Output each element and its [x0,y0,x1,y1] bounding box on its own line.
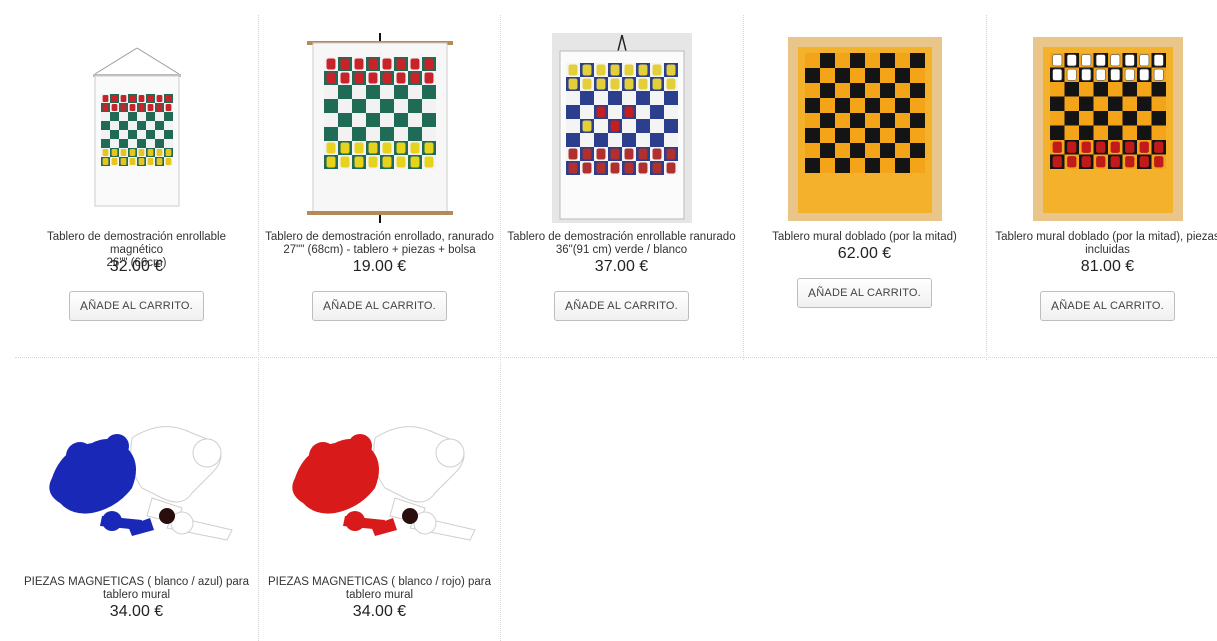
product-title-line[interactable]: Tablero de demostración enrollable ranur… [507,231,735,243]
add-to-cart-button[interactable]: A ÑADE AL CARRITO. [797,278,932,308]
product-title-line[interactable]: PIEZAS MAGNETICAS ( blanco / azul) para [24,576,249,588]
product-title[interactable]: Tablero mural doblado (por la mitad), pi… [989,231,1217,257]
add-to-cart-label-initial: A [1051,299,1060,313]
product-card: Tablero de demostración enrollable magné… [15,33,258,321]
product-card: Tablero mural doblado (por la mitad), pi… [986,33,1217,321]
product-price: 19.00 € [352,258,407,275]
product-title[interactable]: Tablero de demostración enrollable ranur… [501,231,741,257]
product-image[interactable] [755,33,975,223]
product-price: 34.00 € [109,603,164,620]
add-to-cart-button[interactable]: A ÑADE AL CARRITO. [312,291,447,321]
add-to-cart-label-rest: ÑADE AL CARRITO. [1059,300,1164,312]
add-to-cart-label-initial: A [808,286,817,300]
product-title-line[interactable]: Tablero mural doblado (por la mitad) [772,231,957,243]
product-card: Tablero mural doblado (por la mitad) 62.… [743,33,986,308]
product-title-line[interactable]: PIEZAS MAGNETICAS ( blanco / rojo) para [268,576,491,588]
product-title[interactable]: PIEZAS MAGNETICAS ( blanco / azul) para … [18,576,255,602]
product-image[interactable] [270,33,490,223]
product-title-line[interactable]: tablero mural [346,589,413,601]
add-to-cart-button[interactable]: A ÑADE AL CARRITO. [69,291,204,321]
product-card: Tablero de demostración enrollable ranur… [500,33,743,321]
product-title-line[interactable]: Tablero mural doblado (por la mitad), pi… [995,231,1217,243]
product-title-line[interactable]: incluidas [1085,244,1130,256]
product-price: 62.00 € [837,245,892,262]
add-to-cart-label-initial: A [80,299,89,313]
product-card: PIEZAS MAGNETICAS ( blanco / azul) para … [15,378,258,621]
product-card: PIEZAS MAGNETICAS ( blanco / rojo) para … [258,378,501,621]
add-to-cart-label-rest: ÑADE AL CARRITO. [88,300,193,312]
product-price: 32.00 € [109,258,164,275]
add-to-cart-button[interactable]: A ÑADE AL CARRITO. [1040,291,1175,321]
add-to-cart-label-rest: ÑADE AL CARRITO. [331,300,436,312]
product-title[interactable]: Tablero de demostración enrollable magné… [15,231,258,269]
product-title-line[interactable]: 36"(91 cm) verde / blanco [556,244,687,256]
add-to-cart-label-initial: A [323,299,332,313]
product-price: 37.00 € [594,258,649,275]
product-title-line[interactable]: Tablero de demostración enrollable magné… [47,231,226,256]
product-image[interactable] [27,378,247,568]
add-to-cart-label-initial: A [565,299,574,313]
product-title[interactable]: Tablero de demostración enrollado, ranur… [259,231,500,257]
product-image[interactable] [512,33,732,223]
product-image[interactable] [270,378,490,568]
product-image[interactable] [27,33,247,223]
row-divider [15,357,1217,358]
product-image[interactable] [998,33,1217,223]
product-grid: Tablero de demostración enrollable magné… [0,0,1217,641]
product-title-line[interactable]: Tablero de demostración enrollado, ranur… [265,231,494,243]
product-title-line[interactable]: tablero mural [103,589,170,601]
product-title-line[interactable]: 27"" (68cm) - tablero + piezas + bolsa [283,244,475,256]
add-to-cart-label-rest: ÑADE AL CARRITO. [573,300,678,312]
add-to-cart-label-rest: ÑADE AL CARRITO. [816,287,921,299]
product-card: Tablero de demostración enrollado, ranur… [258,33,501,321]
product-title[interactable]: PIEZAS MAGNETICAS ( blanco / rojo) para … [262,576,497,602]
product-price: 34.00 € [352,603,407,620]
product-price: 81.00 € [1080,258,1135,275]
add-to-cart-button[interactable]: A ÑADE AL CARRITO. [554,291,689,321]
